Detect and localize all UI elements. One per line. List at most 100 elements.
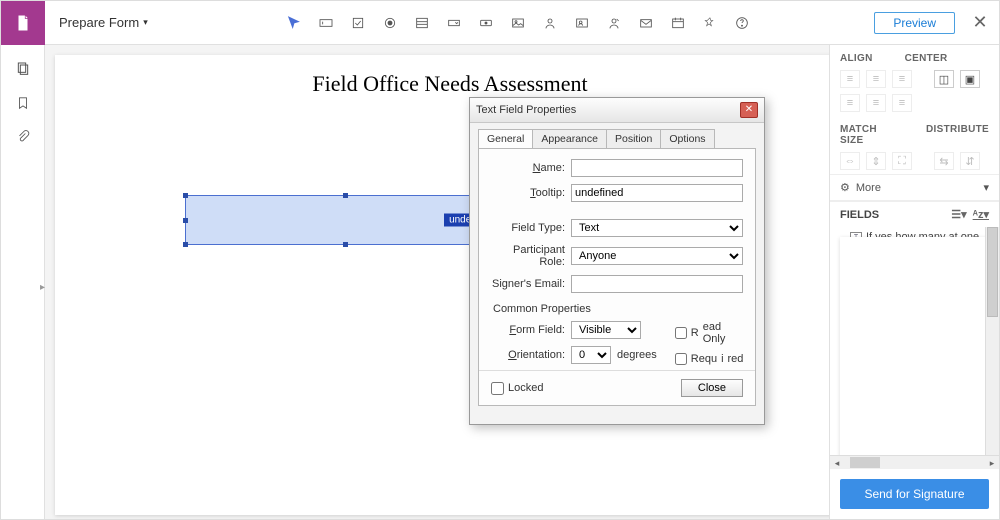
- align-top-icon: ≡: [840, 94, 860, 112]
- tab-appearance[interactable]: Appearance: [532, 129, 607, 148]
- more-label: More: [856, 182, 881, 194]
- chevron-down-icon: ▾: [983, 181, 989, 194]
- listbox-tool[interactable]: [411, 12, 433, 34]
- signature-tool[interactable]: [539, 12, 561, 34]
- document-icon: [14, 14, 32, 32]
- selected-text-field[interactable]: undefined: [185, 195, 505, 245]
- resize-handle[interactable]: [343, 193, 348, 198]
- align-center-icon: ≡: [866, 70, 886, 88]
- match-height-icon: ⇕: [866, 152, 886, 170]
- pointer-tool[interactable]: [283, 12, 305, 34]
- more-dropdown[interactable]: ⚙ More ▾: [830, 175, 999, 200]
- sort-icon[interactable]: ☰▾: [951, 208, 966, 221]
- orientation-label: Orientation:: [491, 349, 571, 361]
- name-input[interactable]: [571, 159, 743, 177]
- page-node[interactable]: ⊟ ▭ Page 3: [840, 237, 999, 455]
- left-rail: ▸: [1, 45, 45, 519]
- read-only-checkbox[interactable]: [675, 327, 687, 339]
- required-checkbox-label[interactable]: Required: [675, 353, 744, 365]
- close-button[interactable]: Close: [681, 379, 743, 397]
- bookmark-icon[interactable]: [13, 93, 33, 113]
- pin-tool[interactable]: [699, 12, 721, 34]
- dialog-tabs: General Appearance Position Options: [470, 123, 764, 148]
- resize-handle[interactable]: [183, 242, 188, 247]
- initials-tool[interactable]: [603, 12, 625, 34]
- vertical-scrollbar[interactable]: [985, 227, 999, 455]
- distribute-h-icon: ⇆: [934, 152, 954, 170]
- tab-options[interactable]: Options: [660, 129, 714, 148]
- help-tool[interactable]: [731, 12, 753, 34]
- participant-role-select[interactable]: Anyone: [571, 247, 743, 265]
- signers-email-input[interactable]: [571, 275, 743, 293]
- scroll-left-icon[interactable]: ◂: [830, 456, 844, 469]
- scrollbar-thumb[interactable]: [850, 457, 880, 468]
- distribute-heading: DISTRIBUTE: [926, 124, 989, 146]
- tooltip-label: Tooltip:: [491, 187, 571, 199]
- page-title: Field Office Needs Assessment: [55, 55, 829, 97]
- resize-handle[interactable]: [183, 193, 188, 198]
- degrees-label: degrees: [617, 349, 657, 361]
- center-v-icon[interactable]: ▣: [960, 70, 980, 88]
- scrollbar-thumb[interactable]: [987, 227, 998, 317]
- dialog-footer: Locked Close: [479, 370, 755, 405]
- horizontal-scrollbar[interactable]: ◂ ▸: [830, 455, 999, 469]
- center-heading: CENTER: [905, 53, 948, 64]
- button-tool[interactable]: [475, 12, 497, 34]
- align-right-icon: ≡: [892, 70, 912, 88]
- distribute-v-icon: ⇵: [960, 152, 980, 170]
- caret-down-icon: ▾: [143, 17, 148, 28]
- mode-dropdown[interactable]: Prepare Form ▾: [45, 15, 162, 30]
- orientation-select[interactable]: 0: [571, 346, 611, 364]
- email-tool[interactable]: [635, 12, 657, 34]
- tab-order-icon[interactable]: ᴬz▾: [973, 208, 989, 221]
- name-label: Name:: [491, 162, 571, 174]
- participant-role-label: Participant Role:: [491, 244, 571, 268]
- scroll-right-icon[interactable]: ▸: [985, 456, 999, 469]
- top-toolbar: Prepare Form ▾ Preview ✕: [1, 1, 999, 45]
- match-size-heading: MATCH SIZE: [840, 124, 894, 146]
- match-width-icon: ⇔: [840, 152, 860, 170]
- thumbnails-icon[interactable]: [13, 59, 33, 79]
- dialog-titlebar[interactable]: Text Field Properties ✕: [470, 98, 764, 123]
- dialog-body: Name: Tooltip: Field Type: Text Particip…: [478, 148, 756, 406]
- fields-heading: FIELDS: [840, 209, 879, 221]
- settings-icon: ⚙: [840, 181, 850, 194]
- fields-tree: TIf yes how many at one TWhat will they …: [830, 227, 999, 455]
- text-field-tool[interactable]: [315, 12, 337, 34]
- date-tool[interactable]: [667, 12, 689, 34]
- field-type-label: Field Type:: [491, 222, 571, 234]
- form-field-label: Form Field:: [491, 324, 571, 336]
- preview-button[interactable]: Preview: [874, 12, 955, 34]
- align-heading: ALIGN: [840, 53, 873, 64]
- resize-handle[interactable]: [343, 242, 348, 247]
- align-bottom-icon: ≡: [892, 94, 912, 112]
- radio-tool[interactable]: [379, 12, 401, 34]
- form-tools-strip: [162, 12, 875, 34]
- locked-checkbox[interactable]: [491, 382, 504, 395]
- signature-block-tool[interactable]: [571, 12, 593, 34]
- field-type-select[interactable]: Text: [571, 219, 743, 237]
- text-field-properties-dialog: Text Field Properties ✕ General Appearan…: [469, 97, 765, 425]
- dialog-close-button[interactable]: ✕: [740, 102, 758, 118]
- form-field-select[interactable]: Visible: [571, 321, 641, 339]
- right-panel: ALIGN CENTER ≡ ≡ ≡ ◫ ▣ ≡ ≡ ≡ MATCH SIZE …: [829, 45, 999, 519]
- required-checkbox[interactable]: [675, 353, 687, 365]
- tab-position[interactable]: Position: [606, 129, 661, 148]
- read-only-checkbox-label[interactable]: Read Only: [675, 321, 744, 345]
- locked-checkbox-row[interactable]: Locked: [491, 382, 681, 395]
- image-field-tool[interactable]: [507, 12, 529, 34]
- align-middle-icon: ≡: [866, 94, 886, 112]
- app-icon[interactable]: [1, 1, 45, 45]
- attachment-icon[interactable]: [13, 127, 33, 147]
- resize-handle[interactable]: [183, 218, 188, 223]
- send-for-signature-button[interactable]: Send for Signature: [840, 479, 989, 509]
- tab-general[interactable]: General: [478, 129, 533, 148]
- signers-email-label: Signer's Email:: [491, 278, 571, 290]
- checkbox-tool[interactable]: [347, 12, 369, 34]
- center-h-icon[interactable]: ◫: [934, 70, 954, 88]
- common-properties-label: Common Properties: [493, 303, 743, 315]
- tooltip-input[interactable]: [571, 184, 743, 202]
- dropdown-tool[interactable]: [443, 12, 465, 34]
- close-panel-button[interactable]: ✕: [961, 12, 999, 33]
- align-left-icon: ≡: [840, 70, 860, 88]
